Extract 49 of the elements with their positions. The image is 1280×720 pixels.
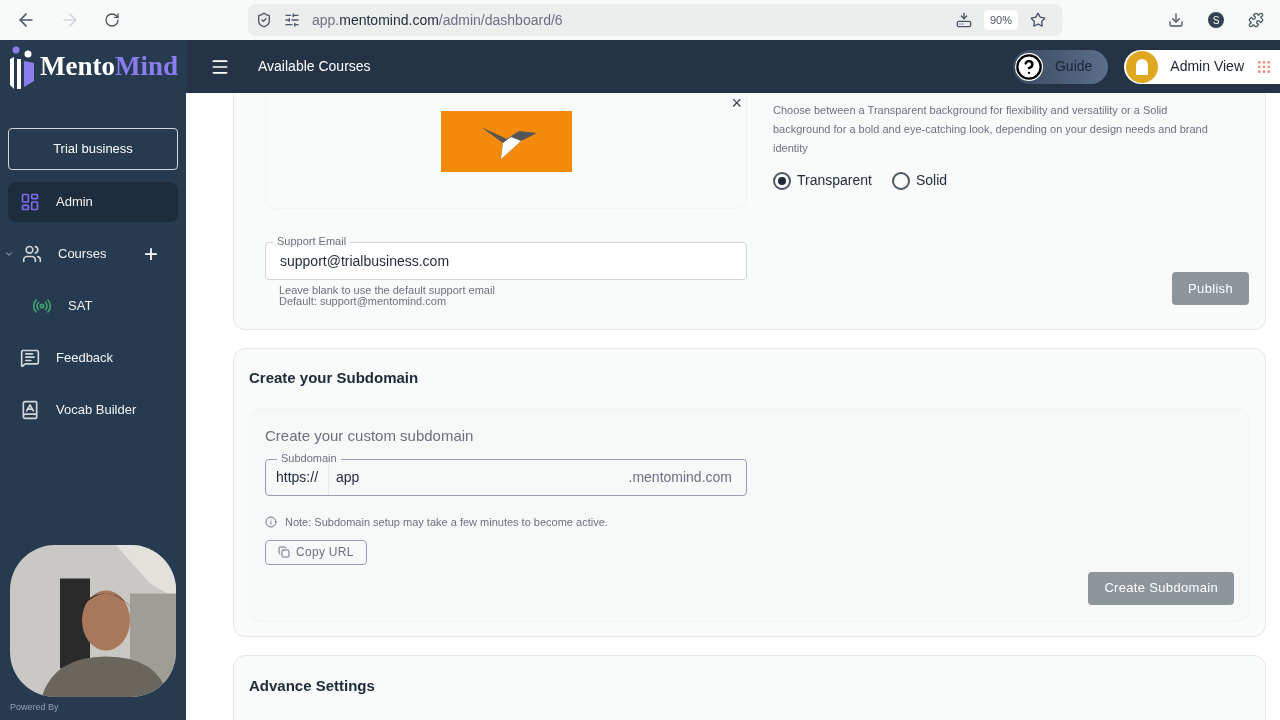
radio-icon[interactable]: [891, 171, 910, 190]
sidebar-item[interactable]: Vocab Builder: [8, 390, 178, 430]
helper-text: Leave blank to use the default support email: [279, 285, 496, 296]
radio-option[interactable]: Solid: [891, 170, 948, 191]
radio-option[interactable]: Transparent: [773, 170, 872, 191]
message-icon: [20, 348, 40, 368]
panel-subtitle: Create your custom subdomain: [265, 425, 475, 446]
copy-icon: [278, 546, 290, 558]
avatar-icon: [1126, 50, 1159, 83]
site-settings-icon[interactable]: [284, 12, 300, 28]
shield-icon[interactable]: [256, 12, 272, 28]
admin-view-button[interactable]: Admin View: [1124, 49, 1280, 84]
profile-avatar[interactable]: S: [1208, 12, 1224, 28]
card-title: Advance Settings: [249, 676, 375, 694]
broadcast-icon: [32, 296, 52, 316]
add-course-button[interactable]: +: [132, 242, 170, 266]
zoom-badge[interactable]: 90%: [983, 9, 1018, 31]
logo-icon: [8, 44, 36, 89]
close-button[interactable]: ×: [731, 93, 742, 113]
url-suffix: .mentomind.com: [628, 468, 732, 487]
description-text: Choose between a Transparent background for flexibility and versatility or a Solid background for a bold and eye-catching look, depending on your design needs and brand identity: [773, 103, 1209, 156]
field-label: Subdomain: [277, 453, 341, 464]
helper-text: Default: support@mentomind.com: [279, 296, 447, 307]
extensions-icon[interactable]: [1248, 12, 1264, 28]
radio-icon[interactable]: [773, 171, 791, 190]
dashboard-icon: [20, 192, 40, 212]
copy-url-button[interactable]: Copy URL: [265, 539, 367, 565]
download-icon[interactable]: [1168, 12, 1184, 28]
info-icon: [265, 516, 277, 529]
caret-icon[interactable]: [4, 249, 14, 259]
business-button[interactable]: Trial business: [8, 128, 178, 170]
people-icon: [22, 244, 42, 264]
help-icon: [1014, 52, 1043, 81]
card-title: Create your Subdomain: [249, 368, 420, 388]
url-text: app.mentomind.com/admin/dashboard/6: [312, 10, 563, 30]
install-icon[interactable]: [955, 12, 972, 28]
book-icon: [20, 400, 40, 420]
star-icon[interactable]: [1030, 12, 1046, 28]
reload-icon[interactable]: [104, 12, 120, 28]
address-bar[interactable]: app.mentomind.com/admin/dashboard/6 90%: [248, 4, 1062, 36]
page-title: Available Courses: [258, 57, 371, 76]
sidebar-item[interactable]: Courses: [14, 234, 132, 274]
field-label: Support Email: [273, 236, 351, 247]
brand-name: MentoMind: [40, 53, 178, 80]
sidebar-item[interactable]: SAT: [8, 286, 178, 326]
sidebar-item[interactable]: Admin: [8, 182, 178, 222]
note-text: Note: Subdomain setup may take a few minutes to become active.: [285, 515, 608, 530]
sidebar-item[interactable]: Feedback: [8, 338, 178, 378]
powered-by-text: Powered By: [10, 700, 60, 714]
